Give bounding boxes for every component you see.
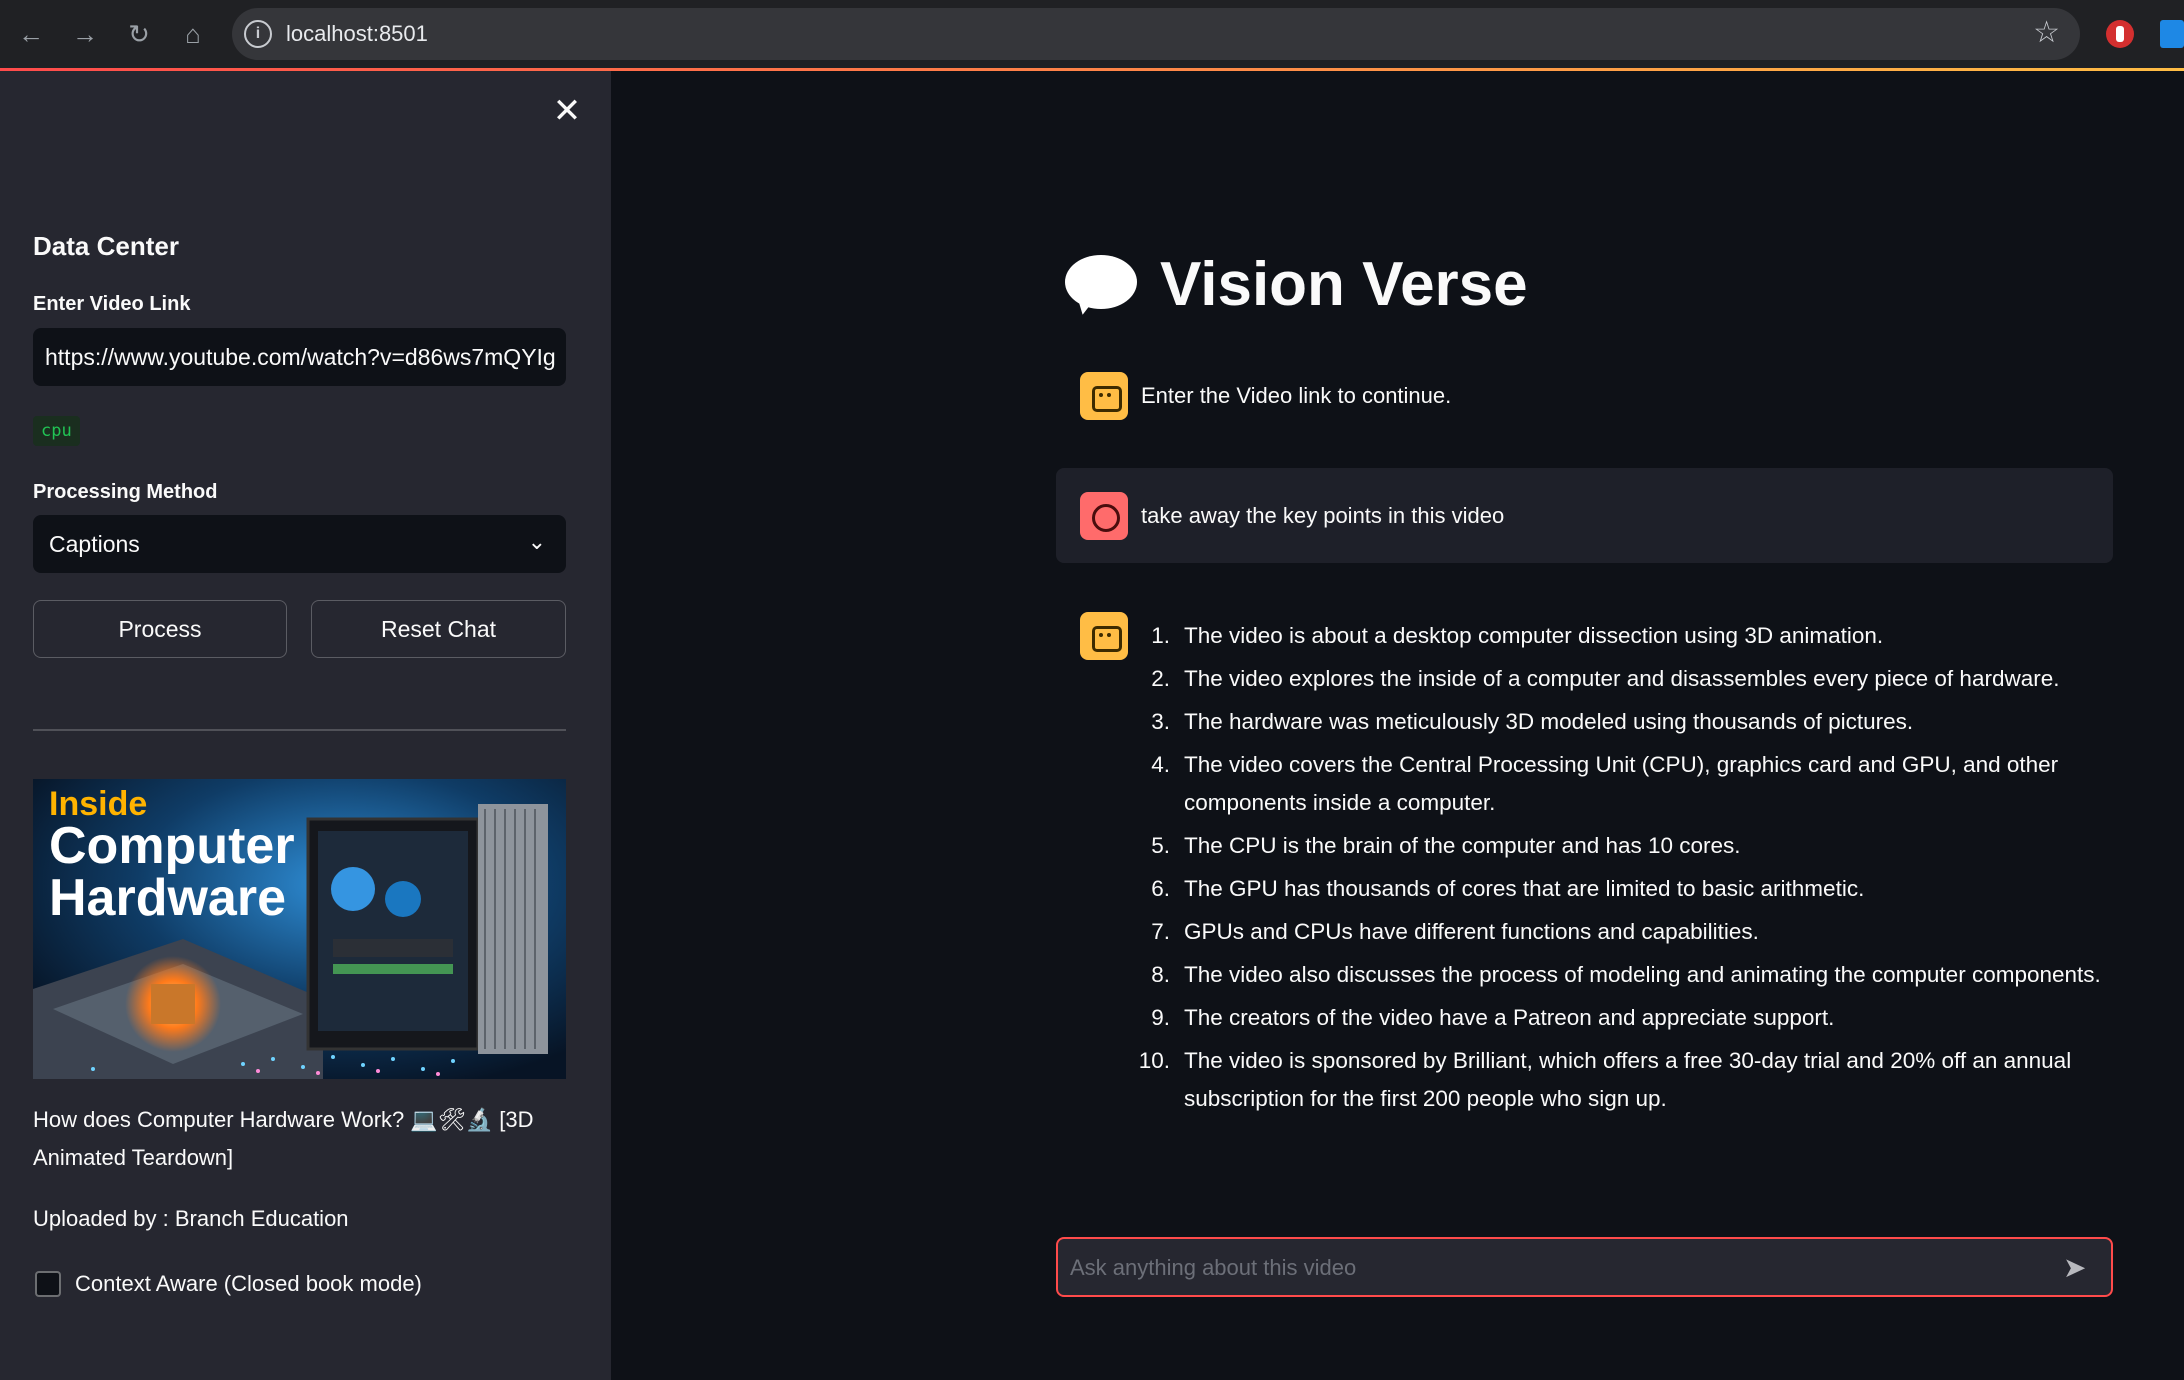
reset-chat-button[interactable]: Reset Chat bbox=[311, 600, 566, 658]
list-item: 7. GPUs and CPUs have different functions… bbox=[1130, 913, 2105, 951]
assistant-message: Enter the Video link to continue. bbox=[1141, 383, 1452, 408]
checkbox-box[interactable] bbox=[35, 1271, 61, 1297]
send-icon[interactable]: ➤ bbox=[2063, 1253, 2093, 1283]
reload-icon[interactable]: ↻ bbox=[122, 17, 156, 51]
list-item-text: The GPU has thousands of cores that are … bbox=[1184, 876, 1865, 901]
list-item-text: The video is sponsored by Brilliant, whi… bbox=[1184, 1048, 2072, 1111]
speech-bubble-icon bbox=[1065, 255, 1137, 309]
assistant-avatar-icon bbox=[1080, 612, 1128, 660]
address-bar[interactable]: i localhost:8501 ☆ bbox=[232, 8, 2080, 60]
list-item: 9. The creators of the video have a Patre… bbox=[1130, 999, 2105, 1037]
chat-input[interactable] bbox=[1070, 1247, 2030, 1289]
chevron-down-icon: ⌄ bbox=[527, 529, 546, 554]
list-item-text: The video is about a desktop computer di… bbox=[1184, 623, 1884, 648]
extension-icon[interactable] bbox=[2160, 20, 2184, 48]
uploaded-by: Uploaded by : Branch Education bbox=[33, 1206, 349, 1231]
processing-method-value: Captions bbox=[49, 531, 140, 557]
list-item-number: 7. bbox=[1151, 919, 1170, 944]
list-item: 5. The CPU is the brain of the computer a… bbox=[1130, 827, 2105, 865]
user-avatar-icon bbox=[1080, 492, 1128, 540]
back-arrow-icon[interactable]: ← bbox=[14, 17, 48, 51]
video-link-input[interactable]: https://www.youtube.com/watch?v=d86ws7mQ… bbox=[33, 328, 566, 386]
list-item-number: 3. bbox=[1151, 709, 1170, 734]
close-sidebar-icon[interactable]: ✕ bbox=[549, 93, 585, 129]
context-aware-label[interactable]: Context Aware (Closed book mode) bbox=[75, 1271, 422, 1297]
bookmark-star-icon[interactable]: ☆ bbox=[2033, 16, 2060, 50]
list-item-text: GPUs and CPUs have different functions a… bbox=[1184, 919, 1759, 944]
list-item: 3. The hardware was meticulously 3D model… bbox=[1130, 703, 2105, 741]
list-item-text: The CPU is the brain of the computer and… bbox=[1184, 833, 1741, 858]
thumbnail-text-line-2: Hardware bbox=[49, 869, 286, 927]
list-item-text: The video explores the inside of a compu… bbox=[1184, 666, 2060, 691]
sidebar-divider bbox=[33, 729, 566, 731]
list-item: 6. The GPU has thousands of cores that ar… bbox=[1130, 870, 2105, 908]
list-item: 2. The video explores the inside of a com… bbox=[1130, 660, 2105, 698]
video-title: How does Computer Hardware Work? 💻🛠🔬 [3D… bbox=[33, 1107, 534, 1170]
url-text[interactable]: localhost:8501 bbox=[286, 21, 428, 47]
assistant-answer-list: 1. The video is about a desktop computer … bbox=[1130, 617, 2105, 1123]
device-badge: cpu bbox=[33, 416, 80, 446]
extension-stop-icon[interactable] bbox=[2106, 20, 2134, 48]
processing-method-label: Processing Method bbox=[33, 481, 218, 503]
video-thumbnail: Inside Computer Hardware bbox=[33, 779, 566, 1079]
list-item-number: 10. bbox=[1138, 1048, 1170, 1073]
thumbnail-text-line-1: Computer bbox=[49, 817, 295, 875]
browser-toolbar: ← → ↻ ⌂ i localhost:8501 ☆ bbox=[0, 0, 2184, 70]
assistant-avatar-icon bbox=[1080, 372, 1128, 420]
list-item-number: 5. bbox=[1151, 833, 1170, 858]
list-item-text: The video covers the Central Processing … bbox=[1184, 752, 2059, 815]
list-item: 8. The video also discusses the process o… bbox=[1130, 956, 2105, 994]
list-item-number: 8. bbox=[1151, 962, 1170, 987]
list-item-number: 1. bbox=[1151, 623, 1170, 648]
list-item-text: The hardware was meticulously 3D modeled… bbox=[1184, 709, 1914, 734]
list-item-number: 9. bbox=[1151, 1005, 1170, 1030]
list-item-number: 2. bbox=[1151, 666, 1170, 691]
list-item-text: The creators of the video have a Patreon… bbox=[1184, 1005, 1835, 1030]
video-link-label: Enter Video Link bbox=[33, 293, 191, 315]
sidebar-title: Data Center bbox=[33, 231, 179, 261]
list-item-number: 6. bbox=[1151, 876, 1170, 901]
process-button[interactable]: Process bbox=[33, 600, 287, 658]
list-item: 10. The video is sponsored by Brilliant, … bbox=[1130, 1042, 2105, 1118]
processing-method-select[interactable]: Captions ⌄ bbox=[33, 515, 566, 573]
site-info-icon[interactable]: i bbox=[244, 20, 272, 48]
forward-arrow-icon[interactable]: → bbox=[68, 17, 102, 51]
sidebar: ✕ Data Center Enter Video Link https://w… bbox=[0, 71, 611, 1380]
page-title-text: Vision Verse bbox=[1160, 250, 1528, 319]
home-icon[interactable]: ⌂ bbox=[176, 17, 210, 51]
list-item: 4. The video covers the Central Processin… bbox=[1130, 746, 2105, 822]
list-item: 1. The video is about a desktop computer … bbox=[1130, 617, 2105, 655]
user-message: take away the key points in this video bbox=[1141, 503, 1505, 528]
list-item-text: The video also discusses the process of … bbox=[1184, 962, 2101, 987]
list-item-number: 4. bbox=[1151, 752, 1170, 777]
chat-input-container[interactable]: ➤ bbox=[1056, 1237, 2113, 1297]
